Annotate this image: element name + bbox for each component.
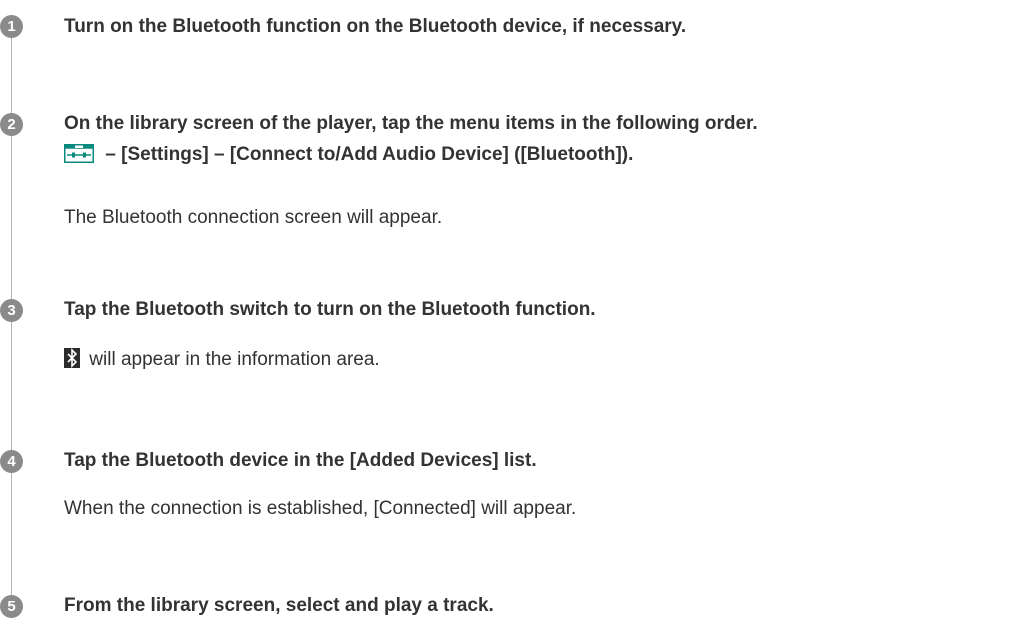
step-number-badge: 5 <box>0 595 23 618</box>
step-title: Tap the Bluetooth switch to turn on the … <box>64 299 596 320</box>
menu-icon <box>64 144 94 163</box>
procedure-steps: 1 Turn on the Bluetooth function on the … <box>0 0 1013 618</box>
bluetooth-icon <box>64 348 80 368</box>
step-number-badge: 1 <box>0 15 23 38</box>
step-title: Tap the Bluetooth device in the [Added D… <box>64 450 537 471</box>
step-number-badge: 3 <box>0 299 23 322</box>
step-title: From the library screen, select and play… <box>64 595 494 616</box>
step-title-line-2-text: – [Settings] – [Connect to/Add Audio Dev… <box>100 144 634 165</box>
step-title: Turn on the Bluetooth function on the Bl… <box>64 16 687 37</box>
step-description: The Bluetooth connection screen will app… <box>64 207 443 228</box>
step-number-badge: 4 <box>0 450 23 473</box>
step-description-text: will appear in the information area. <box>84 349 380 370</box>
step-number-badge: 2 <box>0 113 23 136</box>
step-title-line-2: – [Settings] – [Connect to/Add Audio Dev… <box>64 139 758 170</box>
step-description: When the connection is established, [Con… <box>64 498 577 519</box>
step-title-line-1: On the library screen of the player, tap… <box>64 113 758 134</box>
step-title: On the library screen of the player, tap… <box>64 108 758 170</box>
step-description: will appear in the information area. <box>64 348 380 372</box>
